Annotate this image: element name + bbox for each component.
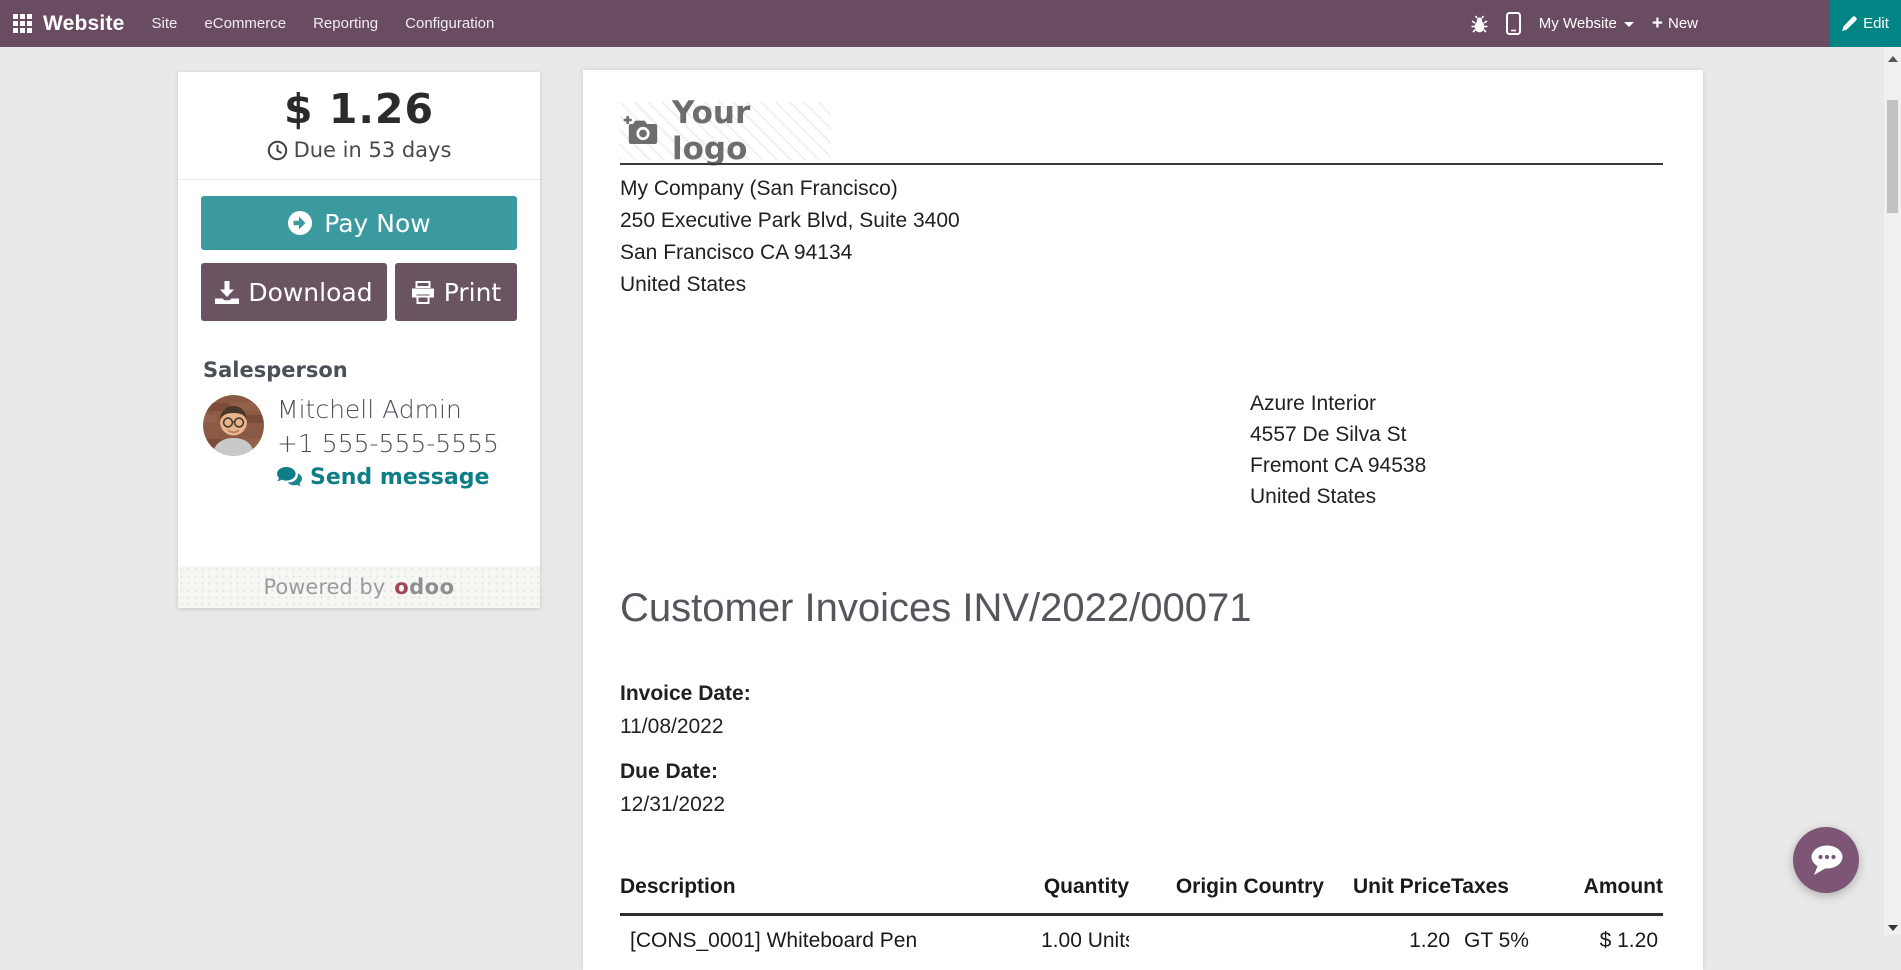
salesperson-name: Mitchell Admin [277, 395, 499, 424]
new-button[interactable]: + New [1652, 14, 1698, 33]
customer-address: Azure Interior 4557 De Silva St Fremont … [1250, 388, 1426, 512]
company-logo-placeholder: Your logo [620, 102, 831, 160]
caret-down-icon [1624, 22, 1634, 27]
new-button-label: New [1668, 15, 1698, 32]
company-address-line: My Company (San Francisco) [620, 173, 960, 205]
pay-now-button[interactable]: Pay Now [201, 196, 517, 250]
salesperson-phone: +1 555-555-5555 [277, 429, 499, 458]
camera-icon [623, 116, 659, 146]
due-text: Due in 53 days [294, 138, 452, 162]
arrow-circle-right-icon [287, 210, 313, 236]
invoice-lines-table: Description Quantity Origin Country Unit… [620, 865, 1663, 954]
comments-icon [277, 467, 302, 488]
odoo-logo[interactable]: odoo [394, 575, 454, 599]
col-amount: Amount [1561, 865, 1663, 915]
cell-taxes: GT 5% [1451, 915, 1561, 955]
website-selector-label: My Website [1539, 15, 1617, 32]
salesperson-avatar [203, 395, 264, 456]
print-icon [411, 281, 435, 304]
menu-item-ecommerce[interactable]: eCommerce [204, 15, 286, 32]
app-name[interactable]: Website [43, 12, 125, 36]
edit-button[interactable]: Edit [1830, 0, 1901, 47]
header-divider [620, 163, 1663, 165]
company-address: My Company (San Francisco) 250 Executive… [620, 173, 960, 301]
col-unit-price: Unit Price [1324, 865, 1451, 915]
table-row: [CONS_0001] Whiteboard Pen 1.00 Units 1.… [620, 915, 1663, 955]
send-message-label: Send message [310, 465, 489, 490]
due-date-value: 12/31/2022 [620, 793, 725, 817]
invoice-date-value: 11/08/2022 [620, 715, 751, 739]
due-date-label: Due Date: [620, 760, 725, 784]
cell-quantity: 1.00 Units [1040, 915, 1129, 955]
scroll-up-arrow[interactable] [1888, 56, 1898, 62]
due-date-block: Due Date: 12/31/2022 [620, 760, 725, 817]
website-selector[interactable]: My Website [1539, 15, 1634, 32]
invoice-title: Customer Invoices INV/2022/00071 [620, 586, 1251, 631]
customer-address-line: United States [1250, 481, 1426, 512]
invoice-document: Your logo My Company (San Francisco) 250… [583, 70, 1703, 970]
print-label: Print [444, 278, 502, 307]
apps-grid-icon[interactable] [13, 14, 32, 33]
payment-sidebar-card: $ 1.26 Due in 53 days Pay Now [178, 72, 540, 608]
customer-address-line: Fremont CA 94538 [1250, 450, 1426, 481]
col-taxes: Taxes [1451, 865, 1561, 915]
chat-launcher-icon [1806, 843, 1846, 877]
cell-amount: $ 1.20 [1561, 915, 1663, 955]
livechat-button[interactable] [1793, 827, 1859, 893]
top-navbar: Website Site eCommerce Reporting Configu… [0, 0, 1901, 47]
clock-icon [267, 140, 288, 161]
amount-due: $ 1.26 [178, 85, 540, 133]
cell-unit-price: 1.20 [1324, 915, 1451, 955]
download-icon [215, 281, 239, 304]
powered-by-text: Powered by [263, 575, 385, 599]
download-button[interactable]: Download [201, 263, 387, 321]
customer-address-line: Azure Interior [1250, 388, 1426, 419]
scroll-down-arrow[interactable] [1888, 925, 1898, 931]
invoice-date-block: Invoice Date: 11/08/2022 [620, 682, 751, 739]
bug-icon[interactable] [1471, 15, 1488, 33]
print-button[interactable]: Print [395, 263, 517, 321]
col-quantity: Quantity [1040, 865, 1129, 915]
vertical-scrollbar [1884, 47, 1901, 935]
pay-now-label: Pay Now [324, 209, 430, 238]
pencil-icon [1842, 16, 1857, 31]
customer-address-line: 4557 De Silva St [1250, 419, 1426, 450]
cell-description: [CONS_0001] Whiteboard Pen [620, 915, 1040, 955]
menu-item-reporting[interactable]: Reporting [313, 15, 378, 32]
col-origin-country: Origin Country [1129, 865, 1324, 915]
salesperson-heading: Salesperson [203, 358, 515, 382]
edit-button-label: Edit [1863, 15, 1889, 32]
powered-by-footer: Powered by odoo [178, 566, 540, 608]
cell-origin-country [1129, 915, 1324, 955]
col-description: Description [620, 865, 1040, 915]
company-address-line: United States [620, 269, 960, 301]
invoice-date-label: Invoice Date: [620, 682, 751, 706]
table-header-row: Description Quantity Origin Country Unit… [620, 865, 1663, 915]
menu-item-site[interactable]: Site [152, 15, 178, 32]
send-message-link[interactable]: Send message [277, 465, 499, 490]
logo-placeholder-text: Your logo [672, 95, 831, 167]
main-menu: Site eCommerce Reporting Configuration [152, 15, 495, 32]
scrollbar-thumb[interactable] [1887, 100, 1898, 213]
download-label: Download [248, 278, 372, 307]
mobile-preview-icon[interactable] [1506, 12, 1521, 35]
company-address-line: San Francisco CA 94134 [620, 237, 960, 269]
company-address-line: 250 Executive Park Blvd, Suite 3400 [620, 205, 960, 237]
menu-item-configuration[interactable]: Configuration [405, 15, 494, 32]
plus-icon: + [1652, 14, 1663, 33]
